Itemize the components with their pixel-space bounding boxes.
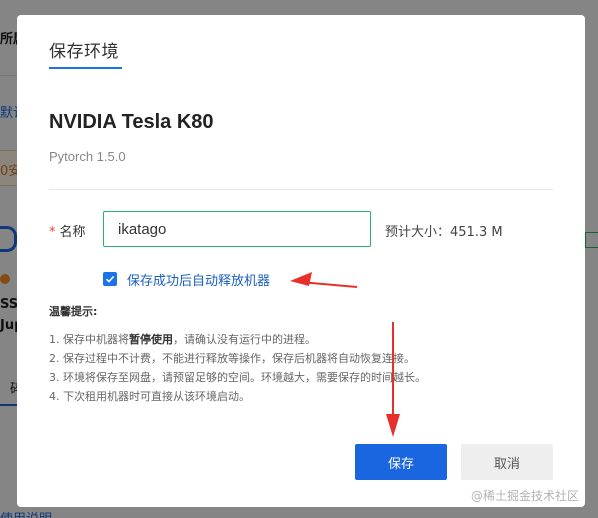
arrow-to-checkbox-icon [290,272,358,288]
arrow-to-save-icon [386,322,400,437]
annotation-arrows [290,272,400,437]
